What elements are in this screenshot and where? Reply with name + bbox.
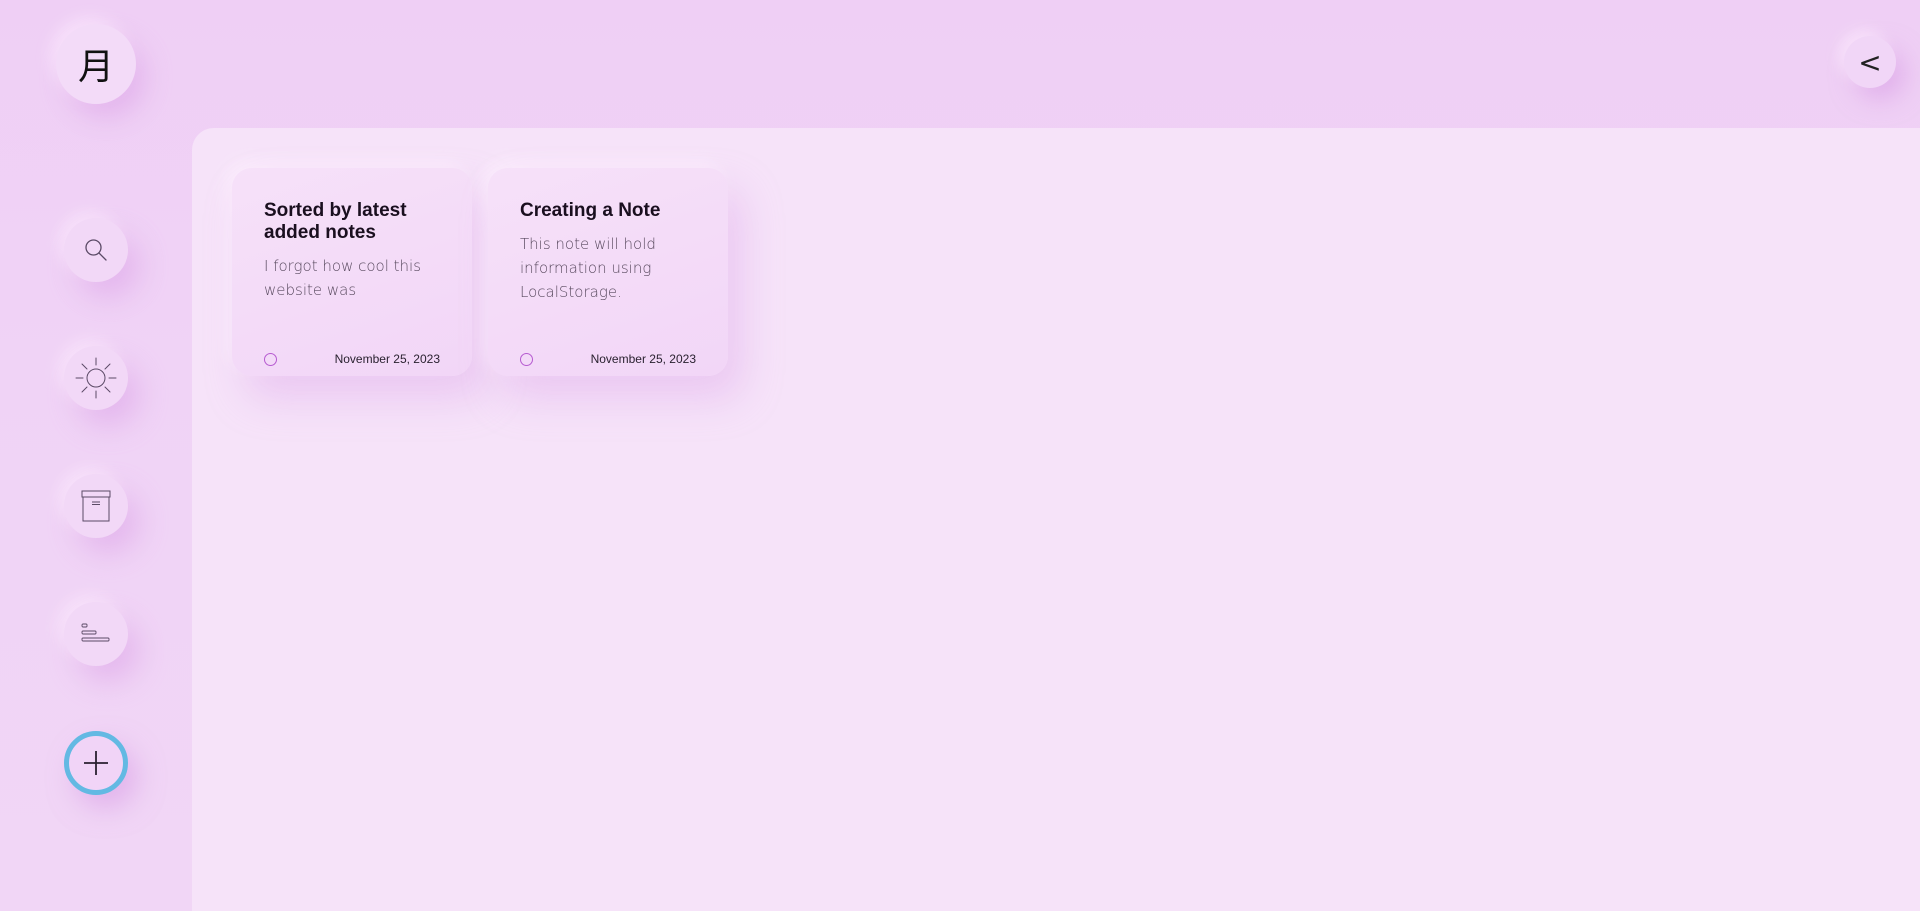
- note-body: I forgot how cool this website was: [264, 257, 422, 299]
- search-button[interactable]: [64, 218, 128, 282]
- app-logo: 月: [56, 24, 136, 104]
- sun-icon: [75, 357, 117, 399]
- note-footer: November 25, 2023: [264, 350, 440, 368]
- note-body: This note will hold information using Lo…: [520, 235, 656, 301]
- archive-box-icon: [81, 490, 111, 522]
- note-date: November 25, 2023: [334, 352, 440, 366]
- theme-toggle-button[interactable]: [64, 346, 128, 410]
- chevron-left-icon: <: [1858, 45, 1882, 79]
- note-title: Creating a Note: [520, 200, 661, 221]
- add-note-button[interactable]: [64, 731, 128, 795]
- note-date: November 25, 2023: [590, 352, 696, 366]
- note-color-dot[interactable]: [520, 352, 533, 366]
- note-footer: November 25, 2023: [520, 350, 696, 368]
- notes-panel: Sorted by latest added notes I forgot ho…: [192, 128, 1920, 911]
- collapse-button[interactable]: <: [1844, 36, 1896, 88]
- note-card[interactable]: Sorted by latest added notes I forgot ho…: [232, 168, 472, 376]
- note-card[interactable]: Creating a Note This note will hold info…: [488, 168, 728, 376]
- logo-glyph: 月: [77, 47, 114, 88]
- archive-button[interactable]: [64, 474, 128, 538]
- app-root: 月 < Sorted by latest added notes I forgo…: [0, 0, 1920, 911]
- sort-button[interactable]: [64, 602, 128, 666]
- plus-icon: [84, 751, 108, 775]
- note-title: Sorted by latest added notes: [264, 200, 407, 243]
- note-color-dot[interactable]: [264, 352, 277, 366]
- sort-lines-icon: [81, 623, 110, 642]
- search-icon: [85, 239, 107, 261]
